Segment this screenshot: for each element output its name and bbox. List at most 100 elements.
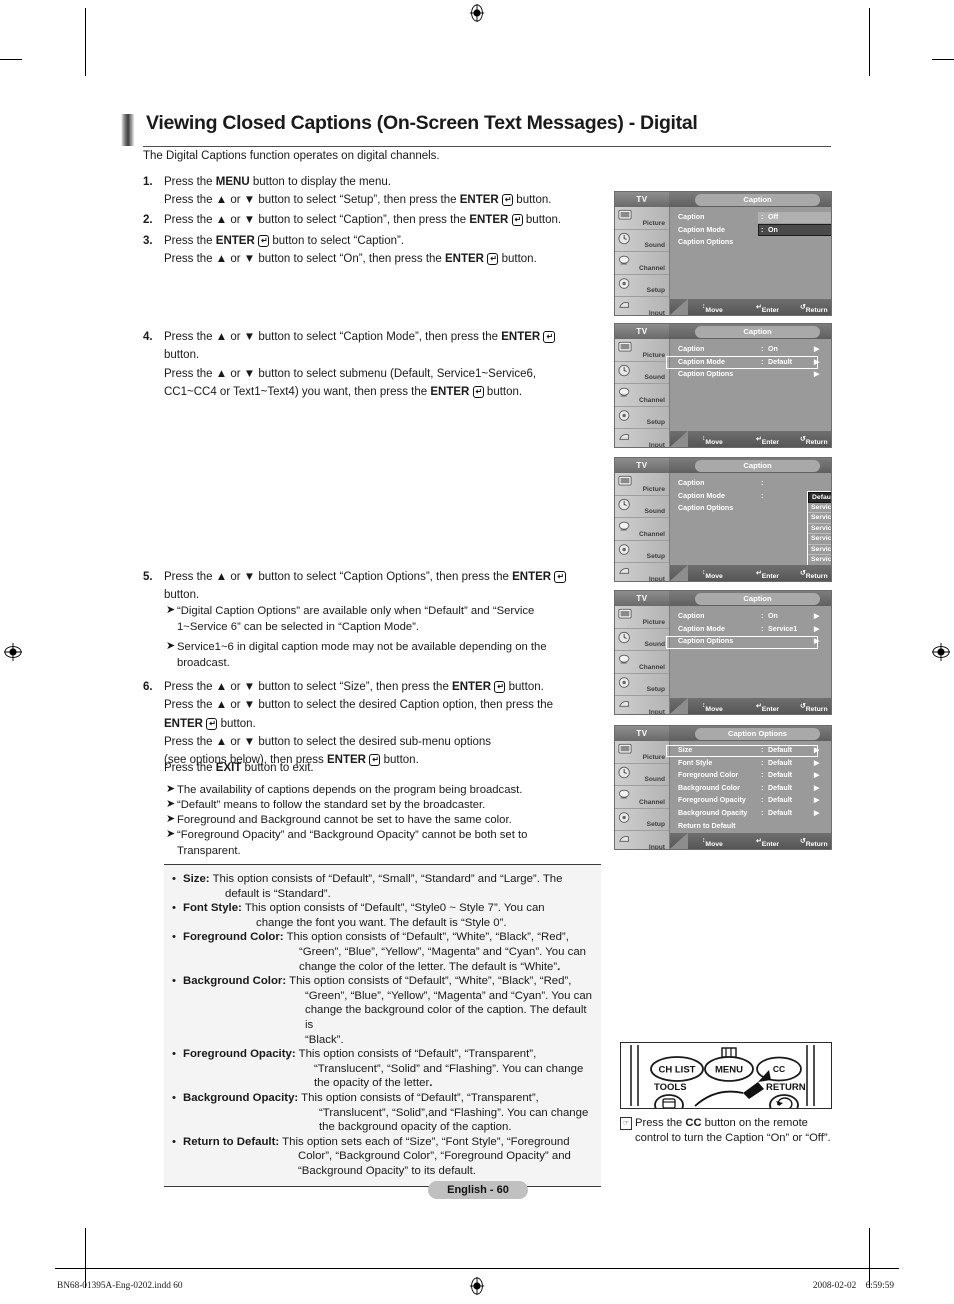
chevron-right-icon: ▶: [814, 638, 820, 646]
osd-row-foreground-color[interactable]: Foreground Color : Default ▶: [678, 770, 831, 783]
osd-footer: ↕ Move ↵ Enter ↺ Return: [670, 565, 831, 581]
osd-sidebar-item-picture[interactable]: Picture: [615, 606, 669, 629]
osd-title: Caption: [695, 325, 820, 338]
osd-row-caption-options[interactable]: Caption Options ▶: [678, 369, 831, 382]
osd-sidebar-item-channel[interactable]: Channel: [615, 518, 669, 541]
osd-sidebar-label: Sound: [644, 641, 665, 648]
osd-main-list: Caption : Off Caption Mode : On Caption …: [670, 207, 831, 298]
osd-sidebar-item-input[interactable]: Input: [615, 297, 669, 315]
osd-sidebar-item-input[interactable]: Input: [615, 429, 669, 448]
osd-sidebar-item-sound[interactable]: Sound: [615, 230, 669, 252]
osd-footer-return: ↺ Return: [800, 570, 828, 580]
osd-row-return-to-default[interactable]: Return to Default: [678, 821, 831, 834]
osd-footer-diagonal: [670, 299, 688, 315]
osd-sidebar-item-input[interactable]: Input: [615, 696, 669, 714]
sound-icon: [618, 498, 630, 510]
osd-sidebar-label: Input: [648, 441, 665, 448]
osd-row-caption[interactable]: Caption : Off: [678, 212, 831, 225]
dropdown-item-default[interactable]: Default: [808, 492, 831, 503]
enter-icon: ↵: [543, 331, 555, 343]
osd-row-value: Default: [768, 783, 793, 792]
osd-sidebar[interactable]: Picture Sound Channel Setup Input: [615, 339, 670, 447]
osd-row-caption[interactable]: Caption : On ▶: [678, 611, 831, 624]
dropdown-item-service2[interactable]: Service2: [808, 513, 831, 524]
svg-text:MENU: MENU: [715, 1065, 743, 1076]
osd-sidebar-item-sound[interactable]: Sound: [615, 764, 669, 786]
osd-sidebar-label: Picture: [642, 485, 665, 493]
osd-row-caption-options[interactable]: Caption Options: [678, 237, 831, 250]
osd-row-background-opacity[interactable]: Background Opacity : Default ▶: [678, 808, 831, 821]
osd-sidebar-label: Sound: [644, 508, 665, 515]
osd-row-label: Caption: [678, 479, 705, 487]
osd-sidebar[interactable]: Picture Sound Channel Setup Input: [615, 207, 670, 315]
chevron-right-icon: ▶: [814, 625, 820, 633]
osd-row-colon: :: [761, 808, 764, 817]
dropdown-item-service1[interactable]: Service1: [808, 503, 831, 513]
osd-sidebar-item-picture[interactable]: Picture: [615, 339, 669, 362]
osd-sidebar[interactable]: Picture Sound Channel Setup Input: [615, 606, 670, 714]
osd-footer: ↕ Move ↵ Enter ↺ Return: [670, 299, 831, 315]
picture-icon: [618, 608, 632, 619]
dropdown-item-service5[interactable]: Service5: [808, 545, 831, 555]
osd-row-foreground-opacity[interactable]: Foreground Opacity : Default ▶: [678, 795, 831, 808]
osd-sidebar-item-channel[interactable]: Channel: [615, 651, 669, 674]
osd-sidebar-label: Sound: [644, 776, 665, 783]
osd-sidebar-item-input[interactable]: Input: [615, 831, 669, 849]
enter-icon: ↵: [472, 385, 484, 398]
setup-icon: [618, 676, 630, 688]
bullet-icon: •: [172, 873, 176, 885]
osd-footer-move: ↕ Move: [702, 569, 723, 580]
osd-footer: ↕ Move ↵ Enter ↺ Return: [670, 833, 831, 849]
osd-row-caption-mode[interactable]: Caption Mode : On: [678, 225, 831, 238]
bullet-icon: •: [172, 975, 176, 988]
osd-row-caption[interactable]: Caption :: [678, 478, 831, 491]
dropdown-item-service6[interactable]: Service6: [808, 555, 831, 566]
svg-text:RETURN: RETURN: [766, 1082, 806, 1093]
osd-footer: ↕ Move ↵ Enter ↺ Return: [670, 698, 831, 714]
osd-row-background-color[interactable]: Background Color : Default ▶: [678, 783, 831, 796]
osd-sidebar-label: Picture: [642, 618, 665, 626]
option-text: This option consists of “Default”, “Tran…: [298, 1048, 537, 1061]
osd-row-value: On: [768, 225, 778, 234]
option-font-style: • Font Style: This option consists of “D…: [164, 901, 601, 930]
osd-sidebar-item-sound[interactable]: Sound: [615, 629, 669, 651]
dropdown-item-service3[interactable]: Service3: [808, 524, 831, 534]
option-text: This option consists of “Default”, “Whit…: [286, 931, 569, 944]
osd-sidebar-item-setup[interactable]: Setup: [615, 809, 669, 831]
enter-icon: ↵: [554, 571, 566, 583]
note-text: The availability of captions depends on …: [177, 784, 523, 796]
osd-main-list: Caption : On ▶ Caption Mode : Default ▶ …: [666, 339, 831, 430]
osd-sidebar-item-channel[interactable]: Channel: [615, 252, 669, 275]
osd-screen-caption-mode-dropdown: TV Caption Picture Sound Channel Setup I…: [614, 457, 832, 582]
osd-row-label: Caption Options: [678, 238, 734, 247]
osd-row-caption[interactable]: Caption : On ▶: [678, 344, 831, 357]
osd-sidebar-item-input[interactable]: Input: [615, 563, 669, 581]
osd-row-caption-options[interactable]: Caption Options ▶: [678, 636, 831, 649]
osd-sidebar-item-sound[interactable]: Sound: [615, 362, 669, 384]
input-icon: [619, 568, 629, 574]
osd-sidebar-item-channel[interactable]: Channel: [615, 786, 669, 809]
dropdown-item-service4[interactable]: Service4: [808, 534, 831, 545]
osd-row-size[interactable]: Size : Default ▶: [678, 745, 831, 758]
note-opacity-transparent: ➤ “Foreground Opacity” and “Background O…: [166, 828, 576, 859]
osd-row-font-style[interactable]: Font Style : Default ▶: [678, 758, 831, 771]
crop-mark-bottom-left: [85, 1228, 86, 1288]
osd-sidebar-item-setup[interactable]: Setup: [615, 407, 669, 429]
osd-sidebar-item-sound[interactable]: Sound: [615, 496, 669, 518]
osd-sidebar-item-channel[interactable]: Channel: [615, 384, 669, 407]
osd-sidebar-item-picture[interactable]: Picture: [615, 473, 669, 496]
osd-sidebar-item-setup[interactable]: Setup: [615, 674, 669, 696]
note-text: Service1~6 in digital caption mode may n…: [177, 641, 547, 669]
option-text: This option consists of “Default”, “Whit…: [289, 975, 572, 988]
osd-sidebar-item-setup[interactable]: Setup: [615, 541, 669, 563]
osd-footer-enter: ↵ Enter: [756, 703, 780, 713]
osd-sidebar-item-picture[interactable]: Picture: [615, 207, 669, 230]
osd-row-caption-mode[interactable]: Caption Mode : Service1 ▶: [678, 624, 831, 637]
osd-sidebar[interactable]: Picture Sound Channel Setup Input: [615, 741, 670, 849]
option-text-cont: default is “Standard”.: [225, 887, 331, 900]
osd-row-caption-mode[interactable]: Caption Mode : Default ▶: [678, 357, 831, 370]
osd-sidebar-item-picture[interactable]: Picture: [615, 741, 669, 764]
osd-sidebar-item-setup[interactable]: Setup: [615, 275, 669, 297]
osd-sidebar[interactable]: Picture Sound Channel Setup Input: [615, 473, 670, 581]
arrow-bullet-icon: ➤: [166, 828, 176, 840]
